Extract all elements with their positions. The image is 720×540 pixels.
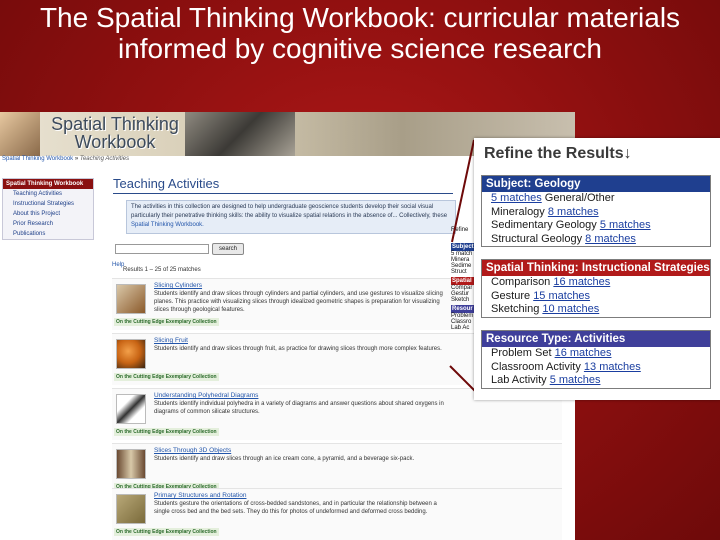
collection-tag[interactable]: On the Cutting Edge Exemplary Collection [114, 373, 219, 381]
facet-resource-type: Resource Type: Activities Problem Set 16… [481, 330, 711, 389]
nav-item-publications[interactable]: Publications [3, 229, 93, 239]
facet-row: Problem Set 16 matches [482, 347, 710, 361]
slide-title: The Spatial Thinking Workbook: curricula… [39, 2, 681, 64]
breadcrumb-root-link[interactable]: Spatial Thinking Workbook [2, 156, 73, 162]
result-description: Students identify and draw slices throug… [154, 291, 443, 313]
facet-match-link[interactable]: 8 matches [585, 233, 636, 245]
result-title-link[interactable]: Slices Through 3D Objects [154, 447, 231, 454]
refine-title-text: Refine the Results [484, 145, 624, 162]
facet-match-link[interactable]: 5 matches [600, 219, 651, 231]
header-photo-left [0, 112, 40, 156]
intro-link[interactable]: Spatial Thinking Workbook. [131, 222, 204, 228]
facet-row-label: General/Other [541, 192, 615, 204]
facet-subject: Subject: Geology 5 matches General/Other… [481, 175, 711, 248]
result-title-link[interactable]: Understanding Polyhedral Diagrams [154, 392, 258, 399]
result-thumbnail[interactable] [116, 449, 146, 479]
nav-title[interactable]: Spatial Thinking Workbook [3, 179, 93, 189]
breadcrumb-current: Teaching Activities [79, 156, 130, 162]
search-button[interactable]: search [212, 243, 244, 255]
intro-text: The activities in this collection are de… [131, 204, 434, 210]
facet-instructional-strategies: Spatial Thinking: Instructional Strategi… [481, 259, 711, 318]
breadcrumb-separator: » [73, 156, 80, 162]
nav-item-instructional-strategies[interactable]: Instructional Strategies [3, 199, 93, 209]
facet-row-label: Sketching [491, 303, 543, 316]
search-input[interactable] [115, 244, 209, 254]
facet-row-label: Sedimentary Geology [491, 219, 600, 232]
facet-heading: Resource Type: Activities [482, 331, 710, 347]
results-count: Results 1 – 25 of 25 matches [123, 267, 201, 273]
facet-row: Gesture 15 matches [482, 290, 710, 304]
facet-match-link[interactable]: 8 matches [548, 206, 599, 218]
facet-match-link[interactable]: 13 matches [584, 361, 641, 373]
result-thumbnail[interactable] [116, 284, 146, 314]
callout-line-top [451, 139, 475, 243]
facet-row: Sketching 10 matches [482, 303, 710, 317]
facet-row: Comparison 16 matches [482, 276, 710, 290]
intro-box: The activities in this collection are de… [126, 200, 456, 234]
arrow-down-icon: ↓ [623, 145, 632, 162]
facet-heading: Subject: Geology [482, 176, 710, 192]
refine-results-panel: Refine the Results↓ Subject: Geology 5 m… [474, 138, 720, 400]
result-title-link[interactable]: Slicing Fruit [154, 337, 188, 344]
facet-match-link[interactable]: 5 matches [550, 374, 601, 386]
intro-text-2: particularly their penetrative thinking … [131, 213, 448, 219]
result-description: Students identify and draw slices throug… [154, 456, 415, 462]
facet-heading: Spatial Thinking: Instructional Strategi… [482, 260, 710, 276]
facet-row-label: Lab Activity [491, 374, 550, 387]
collection-tag[interactable]: On the Cutting Edge Exemplary Collection [114, 428, 219, 436]
result-title-link[interactable]: Slicing Cylinders [154, 282, 202, 289]
facet-row-label: Mineralogy [491, 205, 548, 218]
page-title: Teaching Activities [113, 176, 220, 191]
result-item: Primary Structures and Rotation Students… [112, 488, 562, 540]
result-thumbnail[interactable] [116, 494, 146, 524]
facet-row: Classroom Activity 13 matches [482, 361, 710, 375]
left-nav: Spatial Thinking Workbook Teaching Activ… [2, 178, 94, 240]
result-description: Students identify and draw slices throug… [154, 346, 442, 352]
nav-item-teaching-activities[interactable]: Teaching Activities [3, 189, 93, 199]
breadcrumb: Spatial Thinking Workbook » Teaching Act… [2, 156, 129, 162]
facet-match-link[interactable]: 10 matches [542, 303, 599, 315]
facet-row: 5 matches General/Other [482, 192, 710, 206]
facet-match-link[interactable]: 16 matches [553, 276, 610, 288]
result-thumbnail[interactable] [116, 394, 146, 424]
facet-row: Lab Activity 5 matches [482, 374, 710, 388]
title-divider [113, 193, 453, 194]
facet-row-label: Classroom Activity [491, 360, 584, 373]
collection-tag[interactable]: On the Cutting Edge Exemplary Collection [114, 318, 219, 326]
facet-row-label: Structural Geology [491, 232, 586, 245]
facet-row-label: Problem Set [491, 347, 555, 359]
result-description: Students identify individual polyhedra i… [154, 401, 444, 415]
facet-row-label: Comparison [491, 276, 554, 288]
header-photo-right [185, 112, 295, 156]
facet-row: Sedimentary Geology 5 matches [482, 219, 710, 233]
facet-row-label: Gesture [491, 289, 534, 302]
facet-match-link[interactable]: 15 matches [533, 290, 590, 302]
facet-match-link[interactable]: 5 matches [491, 192, 542, 204]
facet-match-link[interactable]: 16 matches [555, 347, 612, 359]
site-logo[interactable]: Spatial Thinking Workbook [40, 115, 190, 151]
nav-item-prior-research[interactable]: Prior Research [3, 219, 93, 229]
result-thumbnail[interactable] [116, 339, 146, 369]
collection-tag[interactable]: On the Cutting Edge Exemplary Collection [114, 528, 219, 536]
nav-item-about[interactable]: About this Project [3, 209, 93, 219]
result-title-link[interactable]: Primary Structures and Rotation [154, 492, 246, 499]
refine-title: Refine the Results↓ [484, 145, 632, 163]
facet-row: Mineralogy 8 matches [482, 206, 710, 220]
facet-row: Structural Geology 8 matches [482, 233, 710, 247]
result-description: Students gesture the orientations of cro… [154, 501, 437, 515]
